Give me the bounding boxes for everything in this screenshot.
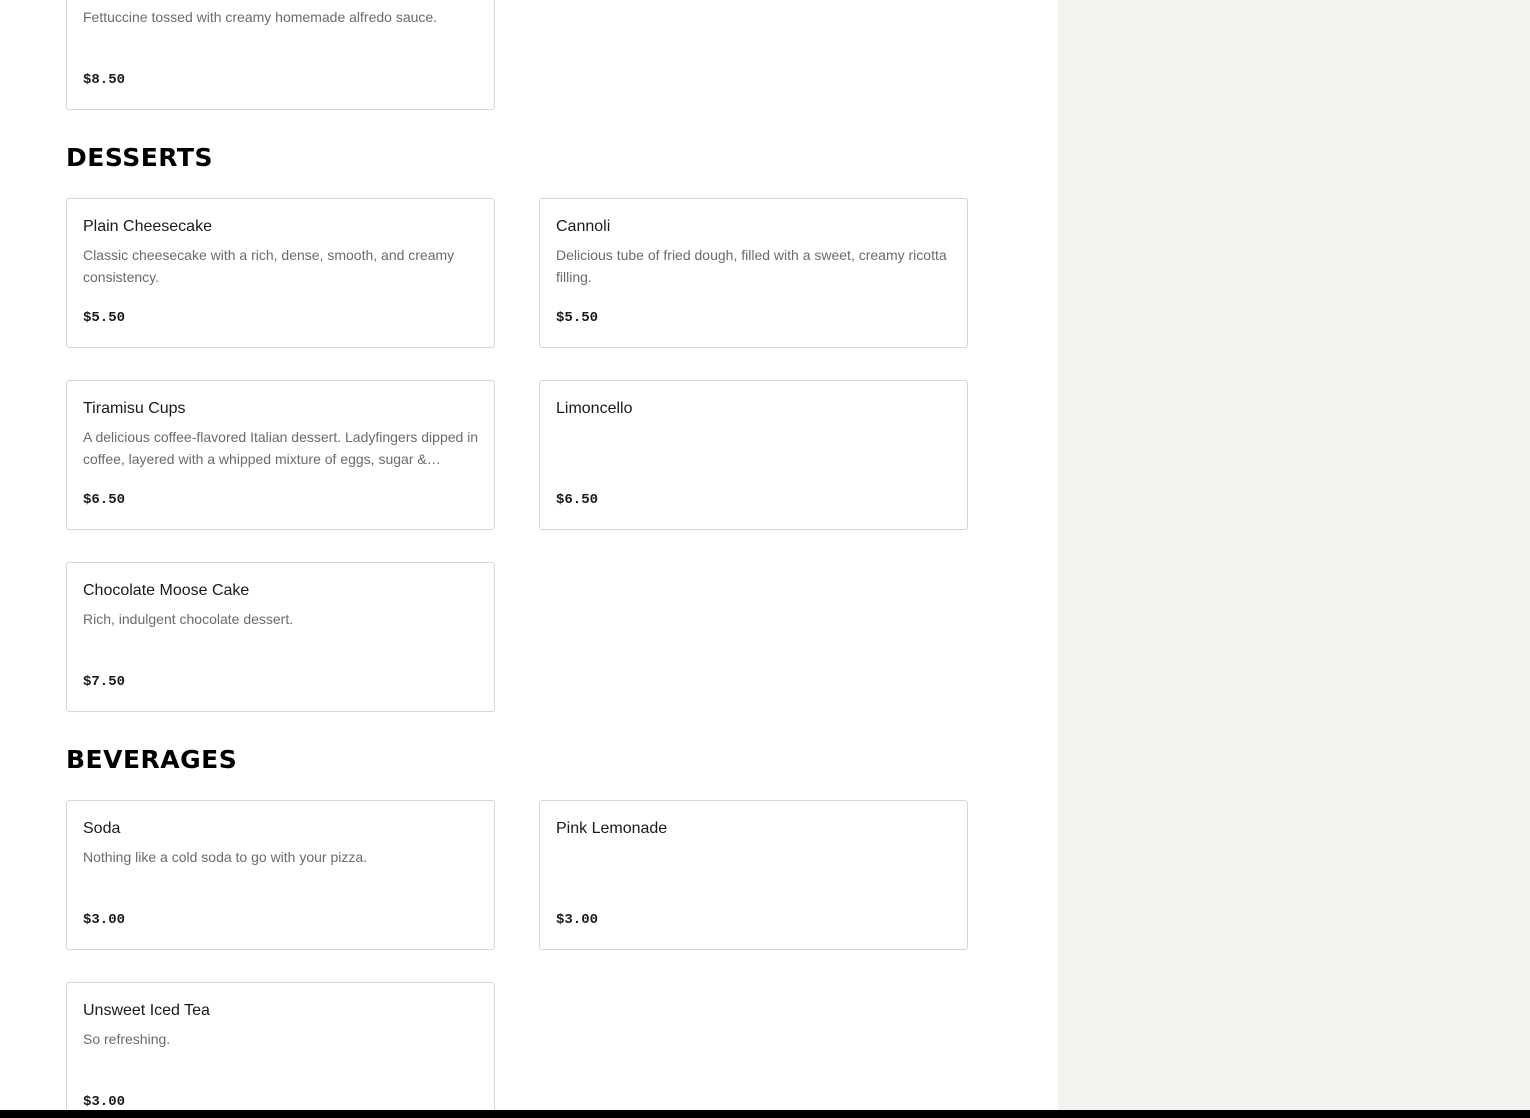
menu-item-description: Delicious tube of fried dough, filled wi… <box>556 247 947 285</box>
menu-item-card[interactable]: Limoncello $6.50 <box>539 380 968 530</box>
menu-item-description: Rich, indulgent chocolate dessert. <box>83 611 294 627</box>
section-heading-beverages: BEVERAGES <box>66 745 238 774</box>
side-panel <box>1058 0 1530 1118</box>
menu-item-description: Classic cheesecake with a rich, dense, s… <box>83 247 455 285</box>
menu-item-name: Unsweet Iced Tea <box>83 1002 210 1019</box>
menu-content: Fettuccine tossed with creamy homemade a… <box>0 0 1058 1118</box>
menu-item-price: $5.50 <box>83 310 126 326</box>
menu-item-price: $6.50 <box>83 492 126 508</box>
menu-item-price: $3.00 <box>556 912 599 928</box>
menu-item-name: Soda <box>83 820 121 837</box>
menu-item-card[interactable]: Tiramisu Cups A delicious coffee-flavore… <box>66 380 495 530</box>
menu-item-card[interactable]: Chocolate Moose Cake Rich, indulgent cho… <box>66 562 495 712</box>
menu-item-price: $5.50 <box>556 310 599 326</box>
menu-item-price: $3.00 <box>83 912 126 928</box>
menu-item-card[interactable]: Soda Nothing like a cold soda to go with… <box>66 800 495 950</box>
bottom-bar <box>0 1110 1530 1118</box>
menu-item-description: A delicious coffee-flavored Italian dess… <box>83 429 479 467</box>
menu-item-card[interactable]: Fettuccine tossed with creamy homemade a… <box>66 0 495 110</box>
menu-item-name: Pink Lemonade <box>556 820 668 837</box>
menu-item-description: Nothing like a cold soda to go with your… <box>83 849 368 865</box>
menu-item-card[interactable]: Unsweet Iced Tea So refreshing. $3.00 <box>66 982 495 1118</box>
section-heading-desserts: DESSERTS <box>66 143 213 172</box>
menu-item-price: $3.00 <box>83 1094 126 1110</box>
menu-item-price: $6.50 <box>556 492 599 508</box>
menu-item-name: Tiramisu Cups <box>83 400 186 417</box>
menu-item-price: $8.50 <box>83 72 126 88</box>
menu-item-description: So refreshing. <box>83 1031 171 1047</box>
menu-item-name: Plain Cheesecake <box>83 218 212 235</box>
menu-item-card[interactable]: Cannoli Delicious tube of fried dough, f… <box>539 198 968 348</box>
menu-item-name: Cannoli <box>556 218 611 235</box>
menu-item-name: Chocolate Moose Cake <box>83 582 250 599</box>
menu-item-card[interactable]: Plain Cheesecake Classic cheesecake with… <box>66 198 495 348</box>
menu-item-description: Fettuccine tossed with creamy homemade a… <box>83 9 438 25</box>
menu-item-name: Limoncello <box>556 400 633 417</box>
menu-item-price: $7.50 <box>83 674 126 690</box>
menu-item-card[interactable]: Pink Lemonade $3.00 <box>539 800 968 950</box>
